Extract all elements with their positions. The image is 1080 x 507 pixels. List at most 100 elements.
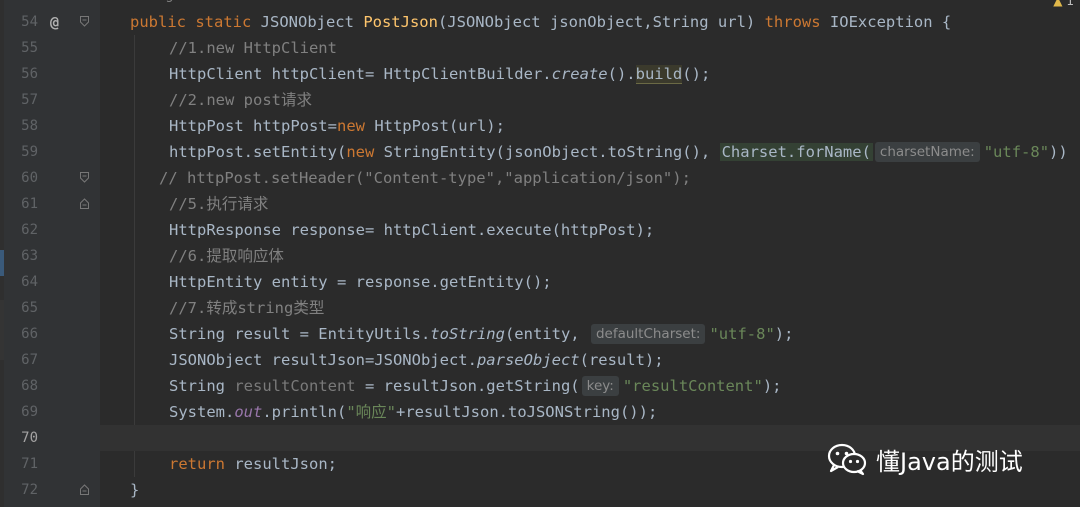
code-line[interactable]: } xyxy=(130,477,139,503)
gutter-line[interactable]: 58 xyxy=(4,113,100,139)
inspection-widget[interactable]: ▲ 1 xyxy=(1053,0,1074,8)
parameter-hint: key: xyxy=(581,376,619,396)
line-number: 72 xyxy=(21,482,38,498)
code-line[interactable]: //5.执行请求 xyxy=(169,191,268,217)
code-token: IOException { xyxy=(829,13,952,31)
code-token: return xyxy=(169,455,235,473)
line-number: 64 xyxy=(21,274,38,290)
code-token: toString xyxy=(430,325,505,343)
code-token: +resultJson.toJSONString()); xyxy=(396,403,658,421)
code-line[interactable]: String resultContent = resultJson.getStr… xyxy=(169,373,781,399)
gutter-line[interactable]: 71 xyxy=(4,451,100,477)
line-number: 55 xyxy=(21,40,38,56)
gutter-line[interactable]: 66 xyxy=(4,321,100,347)
code-token: resultJson; xyxy=(234,455,337,473)
code-line[interactable]: //7.转成string类型 xyxy=(169,295,324,321)
code-line[interactable]: System.out.println("响应"+resultJson.toJSO… xyxy=(169,399,657,425)
line-number: 71 xyxy=(21,456,38,472)
code-line[interactable]: //1.new HttpClient xyxy=(169,35,337,61)
wechat-icon xyxy=(827,443,867,476)
gutter-line[interactable]: 63 xyxy=(4,243,100,269)
code-token: (). xyxy=(607,65,636,83)
code-line[interactable]: String result = EntityUtils.toString(ent… xyxy=(169,321,793,347)
parameter-hint: charsetName: xyxy=(874,142,980,162)
code-token: //5.执行请求 xyxy=(169,195,269,213)
code-token: HttpPost httpPost= xyxy=(169,117,337,135)
gutter-line[interactable]: 70 xyxy=(4,425,100,451)
code-token: = resultJson.getString( xyxy=(355,377,580,395)
gutter-line[interactable]: 64 xyxy=(4,269,100,295)
code-line[interactable]: HttpResponse response= httpClient.execut… xyxy=(169,217,654,243)
line-number: 59 xyxy=(21,144,38,160)
override-annotation-icon[interactable]: @ xyxy=(50,9,59,35)
gutter-line[interactable]: 67 xyxy=(4,347,100,373)
fold-close-icon[interactable] xyxy=(80,484,89,495)
code-token: String xyxy=(169,377,235,395)
fold-open-icon[interactable] xyxy=(80,16,89,27)
gutter-line[interactable]: 60 xyxy=(4,165,100,191)
code-token: //1.new HttpClient xyxy=(169,39,337,57)
gutter-line[interactable]: 61 xyxy=(4,191,100,217)
code-token: //2.new post请求 xyxy=(169,91,312,109)
gutter-line[interactable]: 55 xyxy=(4,35,100,61)
gutter-line[interactable]: 72 xyxy=(4,477,100,503)
line-number: 54 xyxy=(21,14,38,30)
gutter-line[interactable]: 54 @ xyxy=(4,9,100,35)
gutter-line[interactable]: 65 xyxy=(4,295,100,321)
code-token: (JSONObject jsonObject,String url) xyxy=(437,13,765,31)
warning-count: 1 xyxy=(1066,0,1074,8)
code-token: "utf-8" xyxy=(983,143,1050,161)
code-token: new xyxy=(336,117,375,135)
line-number: 62 xyxy=(21,222,38,238)
code-token: String result = EntityUtils. xyxy=(169,325,431,343)
code-token: (); xyxy=(682,65,711,83)
code-token: ); xyxy=(762,377,782,395)
code-editor[interactable]: 54 @55 56 57 58 59 60 61 62 63 64 65 66 67 68 69 70 71 72 … xyxy=(0,0,1080,507)
code-token: httpPost.setEntity( xyxy=(169,143,347,161)
code-token: //6.提取响应体 xyxy=(169,247,284,265)
gutter-line[interactable]: 59 xyxy=(4,139,100,165)
code-line[interactable]: httpPost.setEntity(new StringEntity(json… xyxy=(169,139,1068,165)
code-token: )) xyxy=(1049,143,1068,161)
code-token: HttpPost(url); xyxy=(374,117,505,135)
gutter-line[interactable]: 62 xyxy=(4,217,100,243)
line-number: 61 xyxy=(21,196,38,212)
fold-open-icon[interactable] xyxy=(80,172,89,183)
line-number-gutter[interactable]: 54 @55 56 57 58 59 60 61 62 63 64 65 66 67 68 69 70 71 72 xyxy=(4,0,100,507)
code-line[interactable]: JSONObject resultJson=JSONObject.parseOb… xyxy=(169,347,664,373)
code-line[interactable]: //6.提取响应体 xyxy=(169,243,284,269)
parameter-hint: defaultCharset: xyxy=(590,324,706,344)
gutter-line[interactable]: 69 xyxy=(4,399,100,425)
code-token: parseObject xyxy=(476,351,580,369)
line-number: 63 xyxy=(21,248,38,264)
code-line[interactable]: public static JSONObject PostJson(JSONOb… xyxy=(130,9,951,35)
code-token: (result); xyxy=(579,351,664,369)
warning-triangle-icon: ▲ xyxy=(1053,0,1063,8)
line-number: 67 xyxy=(21,352,38,368)
line-number: 69 xyxy=(21,404,38,420)
code-line[interactable]: return resultJson; xyxy=(169,451,337,477)
indent-guide xyxy=(134,35,135,477)
gutter-line[interactable]: 68 xyxy=(4,373,100,399)
code-line[interactable]: HttpClient httpClient= HttpClientBuilder… xyxy=(169,61,710,87)
code-token: //7.转成string类型 xyxy=(169,299,325,317)
watermark-text: 懂Java的测试 xyxy=(876,447,1023,476)
code-token: ); xyxy=(774,325,794,343)
code-line[interactable]: HttpEntity entity = response.getEntity()… xyxy=(169,269,552,295)
gutter-line[interactable]: 57 xyxy=(4,87,100,113)
code-token: HttpClient httpClient= HttpClientBuilder… xyxy=(169,65,552,83)
watermark: 懂Java的测试 xyxy=(826,440,1023,478)
fold-close-icon[interactable] xyxy=(80,198,89,209)
line-number: 68 xyxy=(21,378,38,394)
code-line[interactable]: HttpPost httpPost=new HttpPost(url); xyxy=(169,113,505,139)
line-number: 58 xyxy=(21,118,38,134)
code-line[interactable]: // httpPost.setHeader("Content-type","ap… xyxy=(159,165,691,191)
code-token: // httpPost.setHeader("Content-type","ap… xyxy=(159,169,691,187)
code-token: } xyxy=(130,481,140,499)
code-line[interactable]: //2.new post请求 xyxy=(169,87,312,113)
code-token: "resultContent" xyxy=(622,377,763,395)
code-area[interactable]: ▲ 1 1 usagepublic static JSONObject Post… xyxy=(100,0,1080,507)
gutter-line[interactable]: 56 xyxy=(4,61,100,87)
line-number: 57 xyxy=(21,92,38,108)
code-token: public static xyxy=(130,13,261,31)
